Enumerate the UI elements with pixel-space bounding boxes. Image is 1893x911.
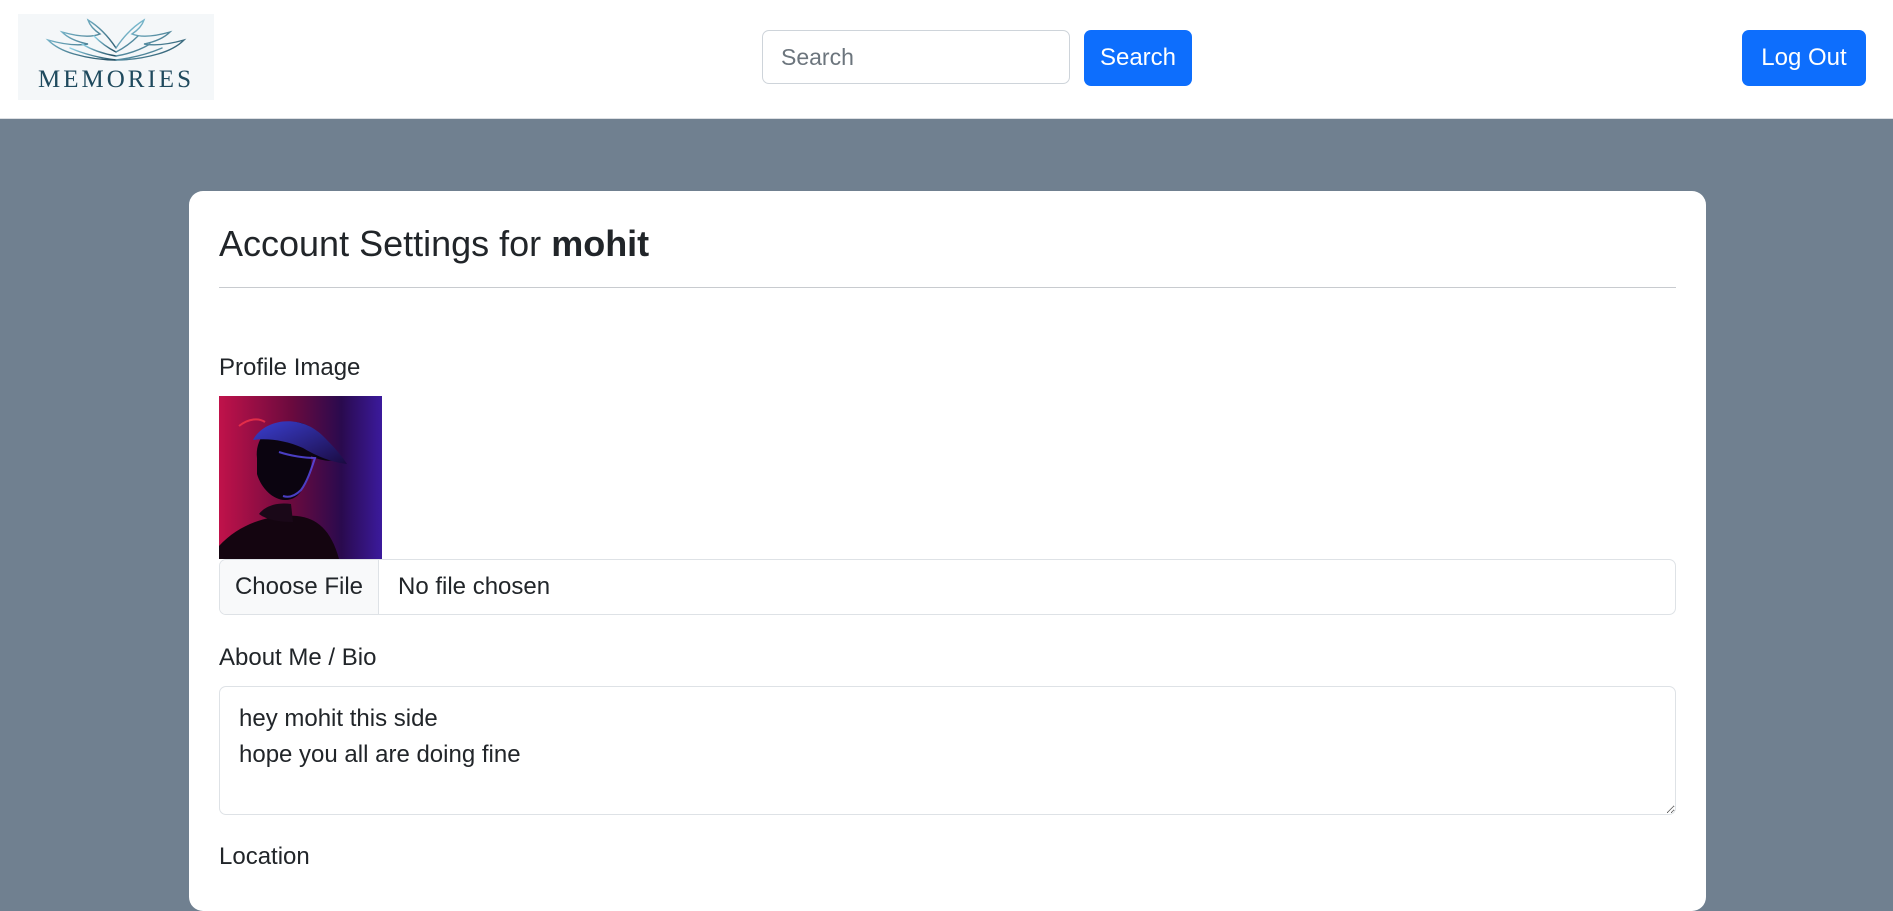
choose-file-button[interactable]: Choose File — [220, 560, 379, 614]
account-settings-card: Account Settings for mohit Profile Image — [189, 191, 1706, 911]
location-label: Location — [219, 843, 310, 870]
profile-image-file-input[interactable]: Choose File No file chosen — [219, 559, 1676, 615]
title-divider — [219, 287, 1676, 288]
page-title-prefix: Account Settings for — [219, 223, 542, 264]
logo-text: MEMORIES — [38, 66, 194, 93]
bio-label: About Me / Bio — [219, 644, 377, 671]
profile-image-label: Profile Image — [219, 354, 361, 381]
memories-logo[interactable]: MEMORIES — [18, 14, 214, 100]
username: mohit — [551, 223, 650, 264]
search-input[interactable] — [762, 30, 1070, 84]
profile-image — [219, 396, 382, 559]
navbar: MEMORIES Search Log Out — [0, 0, 1893, 119]
angel-wings-icon — [45, 18, 187, 61]
search-button[interactable]: Search — [1084, 30, 1192, 86]
page-title: Account Settings for mohit — [219, 222, 649, 265]
bio-textarea[interactable]: hey mohit this side hope you all are doi… — [219, 686, 1676, 815]
file-status-text: No file chosen — [398, 573, 551, 600]
logout-button[interactable]: Log Out — [1742, 30, 1866, 86]
